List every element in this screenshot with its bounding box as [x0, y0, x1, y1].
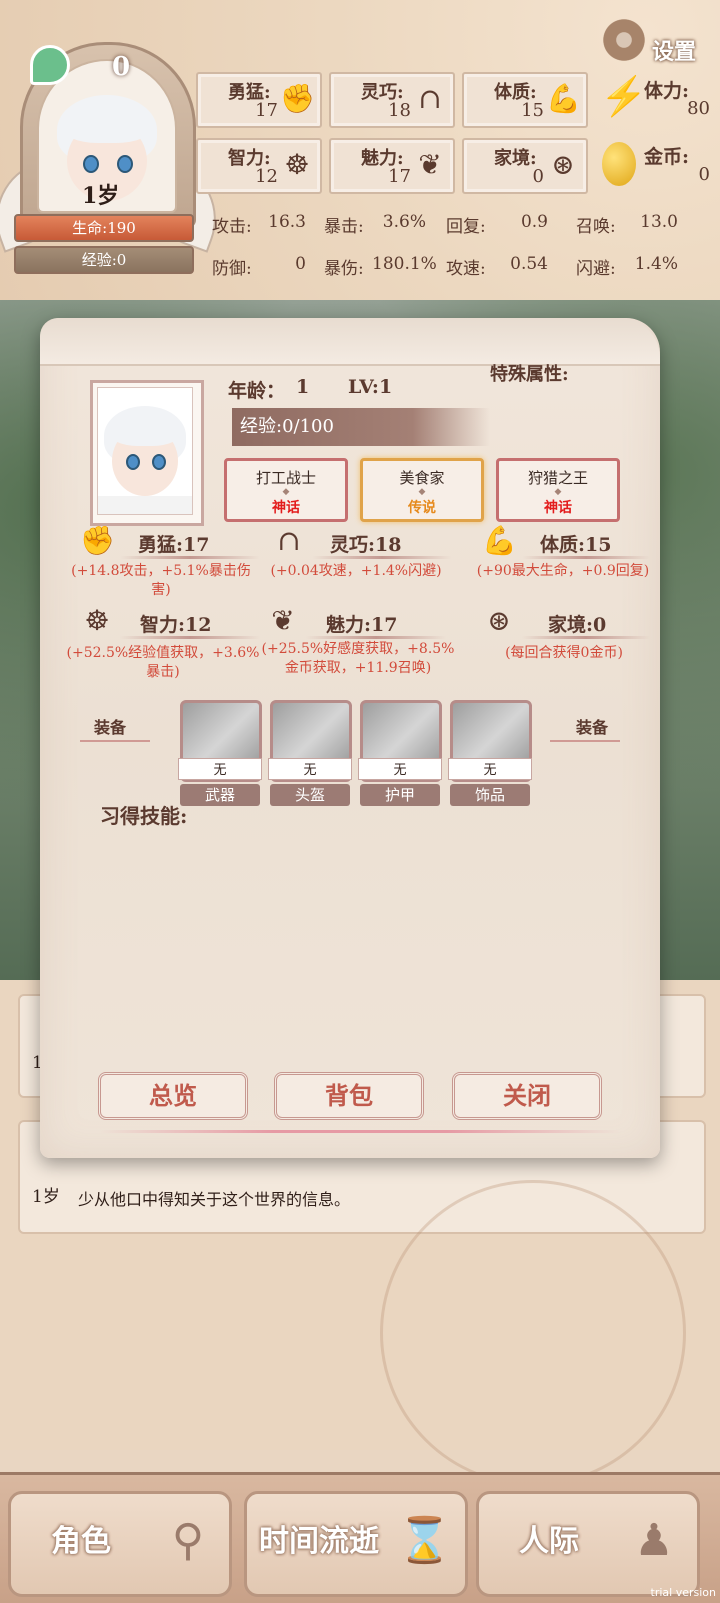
attr-detail-family-desc: (每回合获得0金币): [505, 645, 623, 661]
tulip-icon: ❦: [418, 148, 442, 181]
gold-display: 金币: 0: [600, 138, 710, 190]
attr-box-courage[interactable]: 勇猛: 17 ✊: [196, 72, 322, 128]
muscle-icon: 💪: [546, 82, 581, 115]
attr-detail-charm: 魅力:17: [326, 614, 398, 636]
title-badge[interactable]: 狩猎之王 ◆ 神话: [496, 458, 620, 522]
age-value: 1: [296, 376, 310, 398]
combat-stats-row-2: 防御: 0 暴伤: 180.1% 攻速: 0.54 闪避: 1.4%: [212, 254, 678, 279]
brain-icon: ☸: [284, 148, 310, 181]
title-badge[interactable]: 打工战士 ◆ 神话: [224, 458, 348, 522]
attr-detail-intellect: 智力:12: [140, 614, 212, 636]
stamina-display: ⚡ 体力: 80: [600, 74, 710, 119]
gold-coin-icon: [602, 142, 636, 186]
cloak-icon: ∩: [418, 82, 442, 115]
attr-detail-physique-desc: (+90最大生命，+0.9回复): [476, 563, 650, 579]
character-icon: ⚲: [171, 1515, 205, 1566]
fist-icon: ✊: [280, 82, 315, 115]
attr-detail-family: 家境:0: [548, 614, 607, 636]
status-panel: 0 1岁 生命:190 经验:0 勇猛: 17 ✊ 灵巧: 18 ∩ 体质: 1…: [0, 0, 720, 303]
attr-detail-agility: 灵巧:18: [330, 534, 402, 556]
exp-progress-bar: 经验:0/100: [232, 408, 490, 446]
attr-detail-physique: 体质:15: [540, 534, 612, 556]
brain-icon: ☸: [84, 604, 110, 637]
learned-skills-label: 习得技能:: [100, 804, 188, 828]
equipment-label-left: 装备: [94, 718, 127, 737]
portrait-image: [97, 387, 193, 515]
hp-bar: 生命:190: [14, 214, 194, 242]
nav-character-button[interactable]: 角色 ⚲: [8, 1491, 232, 1597]
sprout-icon: [30, 45, 70, 85]
equipment-label-right: 装备: [576, 718, 609, 737]
scroll-bottom-ornament: [100, 1130, 620, 1133]
character-portrait: [90, 380, 204, 526]
muscle-icon: 💪: [482, 524, 517, 557]
nav-time-passage-button[interactable]: 时间流逝 ⌛: [244, 1491, 468, 1597]
attr-box-charm[interactable]: 魅力: 17 ❦: [329, 138, 455, 194]
coin-hand-icon: ⊛: [487, 604, 511, 637]
xp-bar: 经验:0: [14, 246, 194, 274]
age-label: 年龄：: [228, 380, 286, 402]
lv-label: LV:1: [348, 376, 393, 398]
lightning-icon: ⚡: [600, 74, 648, 118]
overview-button[interactable]: 总览: [98, 1072, 248, 1120]
attr-box-agility[interactable]: 灵巧: 18 ∩: [329, 72, 455, 128]
player-level: 0: [112, 52, 131, 82]
coin-hand-icon: ⊛: [551, 148, 575, 181]
character-detail-scroll: 年龄： 1 LV:1 特殊属性: 经验:0/100 打工战士 ◆ 神话 美食家 …: [40, 318, 660, 1158]
title-badge[interactable]: 美食家 ◆ 传说: [360, 458, 484, 522]
cloak-icon: ∩: [277, 524, 301, 557]
attr-detail-courage-desc: (+14.8攻击，+5.1%暴击伤害): [71, 563, 251, 598]
attr-detail-agility-desc: (+0.04攻速，+1.4%闪避): [270, 563, 442, 579]
hourglass-icon: ⌛: [397, 1515, 452, 1566]
compass-ornament: [380, 1180, 686, 1486]
attr-detail-intellect-desc: (+52.5%经验值获取，+3.6%暴击): [66, 645, 260, 680]
attr-box-physique[interactable]: 体质: 15 💪: [462, 72, 588, 128]
player-age: 1岁: [82, 183, 120, 209]
combat-stats-row-1: 攻击: 16.3 暴击: 3.6% 回复: 0.9 召唤: 13.0: [212, 212, 678, 237]
scroll-top-curl: [40, 318, 660, 366]
bag-button[interactable]: 背包: [274, 1072, 424, 1120]
nav-relations-button[interactable]: 人际 ♟: [476, 1491, 700, 1597]
settings-button[interactable]: 设置: [600, 10, 710, 70]
bottom-navigation: 角色 ⚲ 时间流逝 ⌛ 人际 ♟ trial version: [0, 1472, 720, 1603]
gear-icon: [600, 16, 648, 64]
watermark: trial version: [650, 1586, 716, 1599]
attr-detail-courage: 勇猛:17: [138, 534, 210, 556]
tulip-icon: ❦: [271, 604, 295, 637]
fist-icon: ✊: [80, 524, 115, 557]
people-icon: ♟: [634, 1515, 674, 1566]
special-attributes-label: 特殊属性:: [490, 364, 569, 385]
attr-detail-charm-desc: (+25.5%好感度获取，+8.5%金币获取，+11.9召唤): [261, 641, 455, 676]
attr-box-family[interactable]: 家境: 0 ⊛: [462, 138, 588, 194]
close-button[interactable]: 关闭: [452, 1072, 602, 1120]
attr-box-intellect[interactable]: 智力: 12 ☸: [196, 138, 322, 194]
